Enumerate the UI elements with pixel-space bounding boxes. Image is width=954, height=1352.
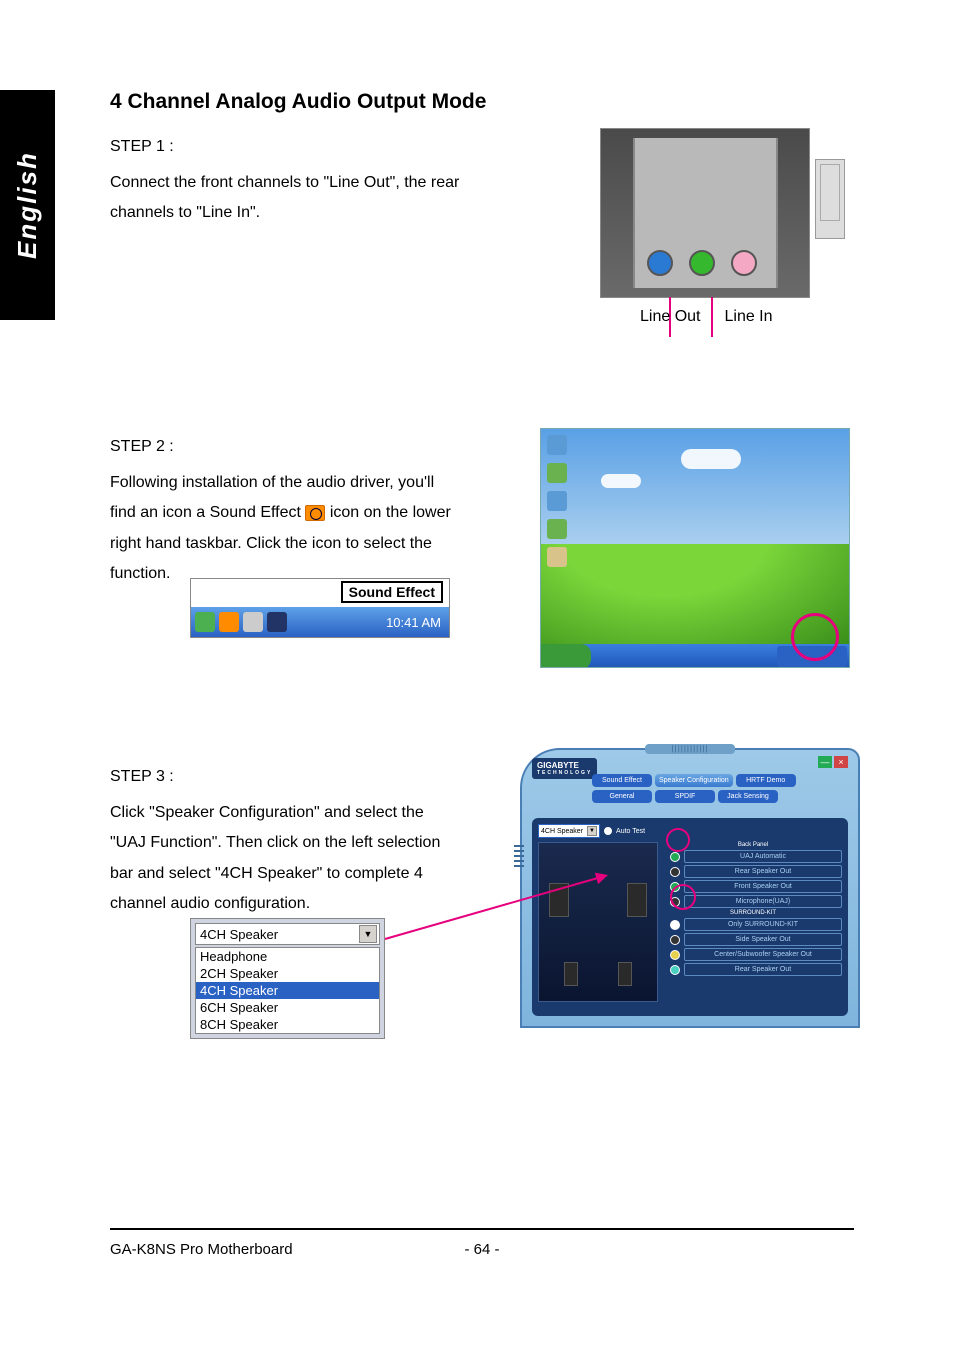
page-content: 4 Channel Analog Audio Output Mode STEP … <box>110 90 850 1118</box>
cloud-icon <box>601 474 641 488</box>
footer-page-number: - 64 - <box>464 1241 499 1258</box>
back-panel-label: Back Panel <box>664 842 842 848</box>
side-option[interactable]: Side Speaker Out <box>684 933 842 946</box>
tab-jack-sensing[interactable]: Jack Sensing <box>718 790 778 803</box>
rear2-check[interactable] <box>670 965 680 975</box>
desktop-icon <box>547 435 567 455</box>
desktop-icon <box>547 519 567 539</box>
desktop-icon <box>547 491 567 511</box>
rear2-option[interactable]: Rear Speaker Out <box>684 963 842 976</box>
tab-sound-effect[interactable]: Sound Effect <box>592 774 652 787</box>
speaker-rear-left-icon <box>564 962 578 986</box>
tab-hrtf[interactable]: HRTF Demo <box>736 774 796 787</box>
rear-check[interactable] <box>670 867 680 877</box>
tray-clock: 10:41 AM <box>386 615 449 630</box>
desktop-icon <box>547 547 567 567</box>
label-line-out: Line Out <box>640 308 700 326</box>
drive-bay-icon <box>815 159 845 239</box>
speaker-option[interactable]: 8CH Speaker <box>196 1016 379 1033</box>
sound-effect-tooltip: Sound Effect <box>341 581 443 603</box>
close-button[interactable]: × <box>834 756 848 768</box>
speaker-front-right-icon <box>627 883 647 917</box>
audio-panel-figure <box>600 128 810 298</box>
audio-config-window: — × GIGABYTETECHNOLOGY Sound Effect Spea… <box>520 748 860 1028</box>
side-check[interactable] <box>670 935 680 945</box>
speaker-option-list: Headphone 2CH Speaker 4CH Speaker 6CH Sp… <box>195 947 380 1034</box>
section-title: 4 Channel Analog Audio Output Mode <box>110 90 850 114</box>
config-tabs: Sound Effect Speaker Configuration HRTF … <box>592 774 848 803</box>
step-1-body: Connect the front channels to "Line Out"… <box>110 168 460 229</box>
window-handle-icon <box>645 744 735 754</box>
speaker-select[interactable]: 4CH Speaker ▼ <box>195 923 380 945</box>
taskbar-figure: Sound Effect 10:41 AM <box>190 578 450 638</box>
jack-mic-icon <box>731 250 757 276</box>
speaker-option[interactable]: 2CH Speaker <box>196 965 379 982</box>
tab-speaker-config[interactable]: Speaker Configuration <box>655 774 733 787</box>
page-footer: GA-K8NS Pro Motherboard - 64 - <box>110 1241 854 1258</box>
tray-sound-icon[interactable] <box>267 612 287 632</box>
highlight-circle-icon <box>666 828 690 852</box>
surround-check[interactable] <box>670 920 680 930</box>
sound-effect-icon <box>305 505 325 521</box>
jack-line-in-icon <box>647 250 673 276</box>
speaker-select-value: 4CH Speaker <box>200 927 278 942</box>
cloud-icon <box>681 449 741 469</box>
tray-icon-3 <box>243 612 263 632</box>
footer-rule <box>110 1228 854 1230</box>
desktop-figure <box>540 428 850 668</box>
speaker-stage <box>538 842 658 1002</box>
start-button-icon <box>541 644 591 668</box>
label-line-in: Line In <box>724 308 772 326</box>
uaj-check[interactable] <box>670 852 680 862</box>
speaker-rear-right-icon <box>618 962 632 986</box>
speaker-option[interactable]: Headphone <box>196 948 379 965</box>
uaj-option[interactable]: UAJ Automatic <box>684 850 842 863</box>
gigabyte-logo: GIGABYTETECHNOLOGY <box>532 758 597 779</box>
tab-general[interactable]: General <box>592 790 652 803</box>
dropdown-arrow-icon[interactable]: ▼ <box>587 826 597 836</box>
step-3: STEP 3 : Click "Speaker Configuration" a… <box>110 768 850 1068</box>
step-1: STEP 1 : Connect the front channels to "… <box>110 138 850 388</box>
surround-kit-label: SURROUND-KIT <box>664 910 842 916</box>
center-option[interactable]: Center/Subwoofer Speaker Out <box>684 948 842 961</box>
footer-product: GA-K8NS Pro Motherboard <box>110 1241 293 1258</box>
panel-plate <box>633 138 778 288</box>
highlight-circle-icon <box>791 613 839 661</box>
step-2: STEP 2 : Following installation of the a… <box>110 438 850 718</box>
dropdown-arrow-icon[interactable]: ▼ <box>359 925 377 943</box>
step-2-body: Following installation of the audio driv… <box>110 468 460 590</box>
mic-option[interactable]: Microphone(UAJ) <box>684 895 842 908</box>
side-notches-icon <box>514 845 524 867</box>
speaker-option-selected[interactable]: 4CH Speaker <box>196 982 379 999</box>
auto-test-radio[interactable] <box>604 827 612 835</box>
tray-icon-2 <box>219 612 239 632</box>
tray-icon-1 <box>195 612 215 632</box>
rear-option[interactable]: Rear Speaker Out <box>684 865 842 878</box>
surround-option[interactable]: Only SURROUND-KIT <box>684 918 842 931</box>
config-speaker-select[interactable]: 4CH Speaker ▼ <box>538 824 600 838</box>
step-3-body: Click "Speaker Configuration" and select… <box>110 798 460 920</box>
speaker-option[interactable]: 6CH Speaker <box>196 999 379 1016</box>
jack-line-out-icon <box>689 250 715 276</box>
auto-test-label: Auto Test <box>616 828 645 835</box>
highlight-circle-icon <box>670 884 696 910</box>
language-tab: English <box>0 90 55 320</box>
tab-spdif[interactable]: SPDIF <box>655 790 715 803</box>
minimize-button[interactable]: — <box>818 756 832 768</box>
center-check[interactable] <box>670 950 680 960</box>
desktop-icon <box>547 463 567 483</box>
front-option[interactable]: Front Speaker Out <box>684 880 842 893</box>
system-tray: 10:41 AM <box>191 607 449 637</box>
speaker-dropdown-figure: 4CH Speaker ▼ Headphone 2CH Speaker 4CH … <box>190 918 385 1039</box>
